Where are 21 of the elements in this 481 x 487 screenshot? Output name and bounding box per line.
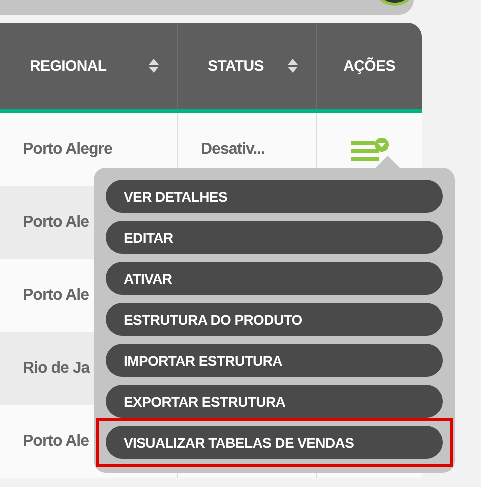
menu-item[interactable]: VISUALIZAR TABELAS DE VENDAS bbox=[106, 426, 443, 459]
regional-text: Porto Ale bbox=[23, 432, 90, 450]
column-header-label: REGIONAL bbox=[30, 58, 107, 74]
column-header-label: AÇÕES bbox=[344, 58, 396, 74]
regional-text: Porto Alegre bbox=[23, 140, 112, 158]
menu-item[interactable]: EXPORTAR ESTRUTURA bbox=[106, 385, 443, 418]
status-text: Desativ... bbox=[201, 140, 266, 158]
column-header[interactable]: STATUS bbox=[177, 23, 316, 113]
menu-item[interactable]: EDITAR bbox=[106, 221, 443, 254]
actions-menu-icon[interactable] bbox=[350, 138, 388, 162]
menu-item[interactable]: ESTRUTURA DO PRODUTO bbox=[106, 303, 443, 336]
sort-icon bbox=[149, 59, 159, 73]
column-header[interactable]: REGIONAL bbox=[0, 23, 177, 113]
menu-item[interactable]: IMPORTAR ESTRUTURA bbox=[106, 344, 443, 377]
column-header-label: STATUS bbox=[208, 58, 264, 74]
regional-text: Rio de Ja bbox=[23, 360, 90, 378]
menu-item[interactable]: ATIVAR bbox=[106, 262, 443, 295]
regional-text: Porto Ale bbox=[23, 286, 90, 304]
menu-item[interactable]: VER DETALHES bbox=[106, 180, 443, 213]
regional-text: Porto Ale bbox=[23, 214, 90, 232]
sort-icon bbox=[288, 59, 298, 73]
